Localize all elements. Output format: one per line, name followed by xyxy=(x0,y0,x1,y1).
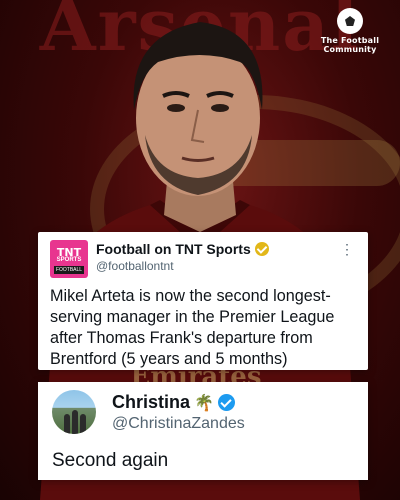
avatar-figure xyxy=(72,410,78,434)
avatar-text-sports: SPORTS xyxy=(56,257,82,263)
tweet-card-reply[interactable]: Christina 🌴 @ChristinaZandes Second agai… xyxy=(38,382,368,480)
post-image: Arsenal Emirates The Football Community … xyxy=(0,0,400,500)
soccer-ball-icon xyxy=(337,8,363,34)
avatar-text-football: FOOTBALL xyxy=(54,266,84,274)
tnt-sports-avatar[interactable]: TNT SPORTS FOOTBALL xyxy=(50,240,88,278)
author-name-reply[interactable]: Christina 🌴 xyxy=(112,392,235,413)
gold-verified-badge-icon xyxy=(254,242,269,256)
christina-avatar[interactable] xyxy=(52,390,96,434)
tweet-text-main: Mikel Arteta is now the second longest-s… xyxy=(50,287,335,368)
palm-tree-emoji: 🌴 xyxy=(194,394,214,412)
more-options-icon[interactable]: ⋮ xyxy=(340,242,354,256)
display-name[interactable]: Christina xyxy=(112,392,190,413)
avatar-figure xyxy=(64,414,70,434)
author-handle-main[interactable]: @footballontnt xyxy=(96,259,174,273)
author-handle-reply[interactable]: @ChristinaZandes xyxy=(112,415,245,433)
blue-verified-badge-icon xyxy=(217,394,235,411)
tweet-card-main[interactable]: TNT SPORTS FOOTBALL Football on TNT Spor… xyxy=(38,232,368,370)
display-name[interactable]: Football on TNT Sports xyxy=(96,241,251,257)
avatar-figure xyxy=(80,414,86,434)
author-name-main[interactable]: Football on TNT Sports xyxy=(96,241,269,257)
brand-name-line2: Community xyxy=(323,45,377,54)
brand-name-line1: The Football xyxy=(320,36,380,45)
tweet-text-reply: Second again xyxy=(52,450,169,471)
the-football-community-logo: The Football Community xyxy=(310,8,390,54)
